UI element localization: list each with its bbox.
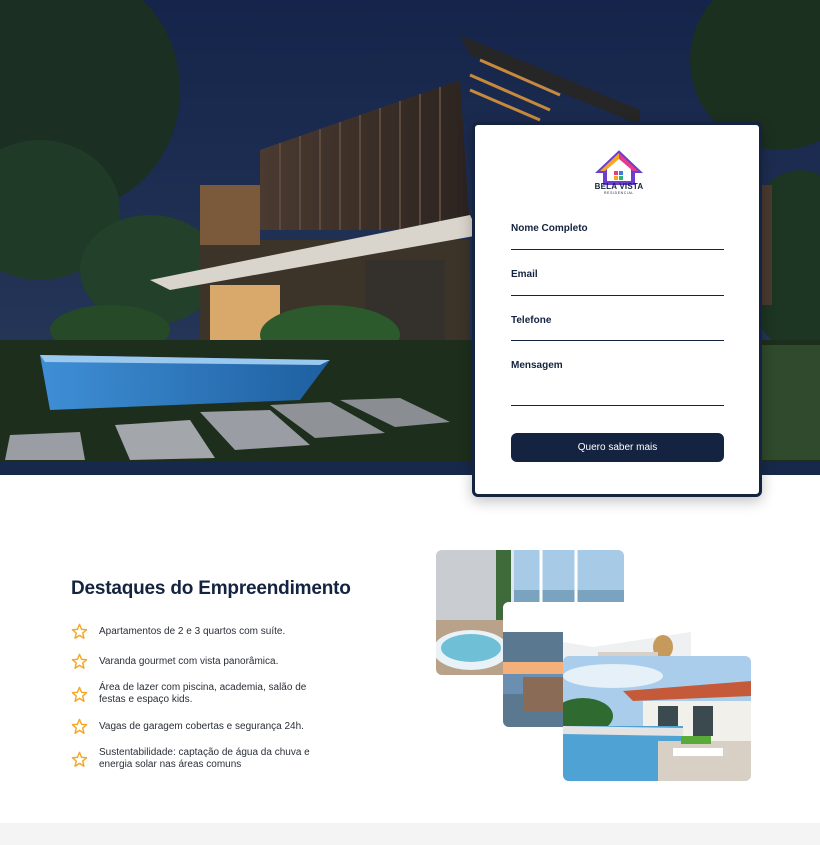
- star-icon: [71, 686, 88, 702]
- features-title: Destaques do Empreendimento: [71, 578, 351, 599]
- feature-item: Área de lazer com piscina, academia, sal…: [71, 682, 331, 706]
- feature-text: Vagas de garagem cobertas e segurança 24…: [99, 720, 304, 732]
- message-field-label: Mensagem: [511, 360, 563, 371]
- feature-text: Área de lazer com piscina, academia, sal…: [99, 682, 307, 705]
- feature-text: Apartamentos de 2 e 3 quartos com suíte.: [99, 625, 286, 637]
- phone-field-label: Telefone: [511, 315, 552, 326]
- footer-band: [0, 823, 820, 845]
- name-field-label: Nome Completo: [511, 223, 588, 234]
- feature-item: Apartamentos de 2 e 3 quartos com suíte.: [71, 623, 331, 640]
- star-icon: [71, 653, 88, 669]
- brand-name: BELA VISTA: [594, 182, 644, 191]
- message-field[interactable]: Mensagem: [511, 360, 724, 406]
- photo-pool-villa: [563, 656, 751, 781]
- name-field-underline[interactable]: [511, 249, 724, 250]
- feature-text: Varanda gourmet com vista panorâmica.: [99, 655, 279, 667]
- star-icon: [71, 718, 88, 734]
- phone-field-underline[interactable]: [511, 340, 724, 341]
- star-icon: [71, 751, 88, 767]
- brand-subtitle: RESIDENCIAL: [604, 191, 634, 195]
- message-field-underline[interactable]: [511, 405, 724, 406]
- feature-item: Sustentabilidade: captação de água da ch…: [71, 747, 331, 771]
- contact-form-card: BELA VISTA RESIDENCIAL Nome Completo Ema…: [472, 122, 762, 497]
- submit-button[interactable]: Quero saber mais: [511, 433, 724, 462]
- star-icon: [71, 623, 88, 639]
- phone-field[interactable]: Telefone: [511, 315, 724, 341]
- email-field[interactable]: Email: [511, 269, 724, 296]
- feature-item: Varanda gourmet com vista panorâmica.: [71, 653, 331, 670]
- name-field[interactable]: Nome Completo: [511, 223, 724, 250]
- feature-item: Vagas de garagem cobertas e segurança 24…: [71, 718, 331, 735]
- landing-page: BELA VISTA RESIDENCIAL Nome Completo Ema…: [0, 0, 820, 845]
- feature-text: Sustentabilidade: captação de água da ch…: [99, 747, 310, 770]
- email-field-underline[interactable]: [511, 295, 724, 296]
- email-field-label: Email: [511, 269, 538, 280]
